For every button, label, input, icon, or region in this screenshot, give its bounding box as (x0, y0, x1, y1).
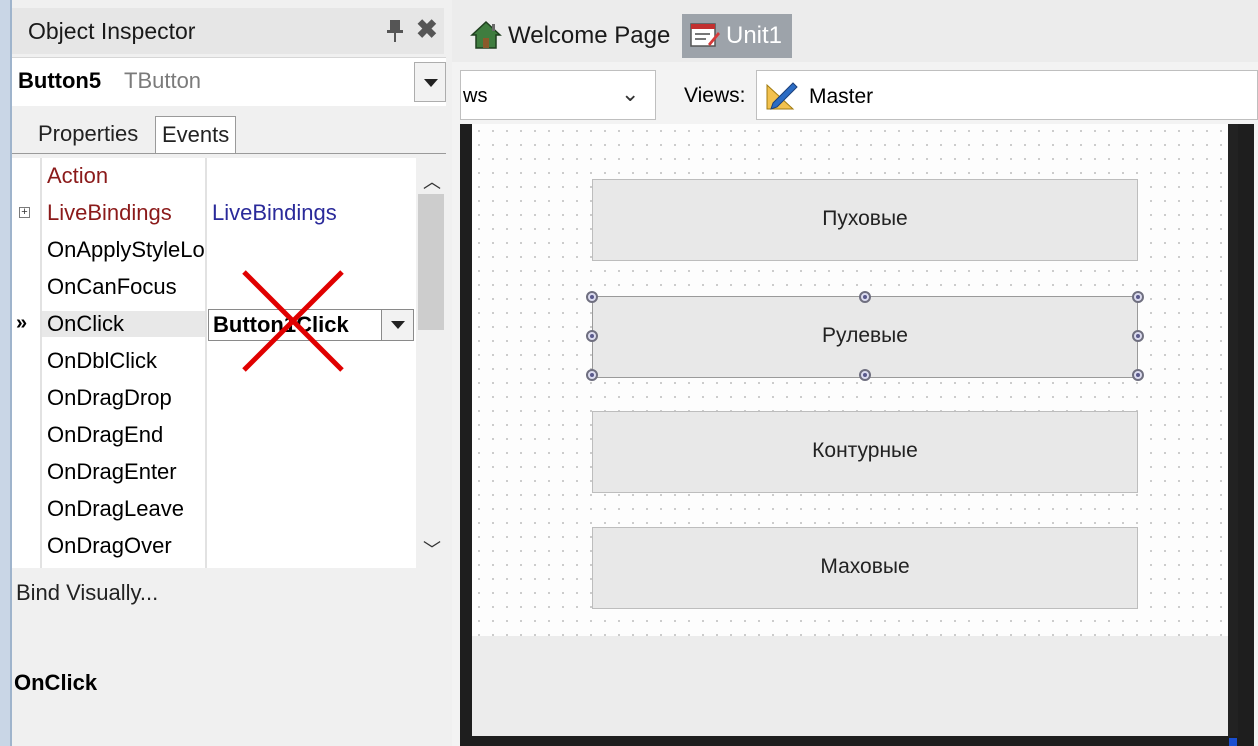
platform-selector[interactable]: ws ⌄ (460, 70, 656, 120)
tab-unit1[interactable]: Unit1 (682, 14, 793, 58)
event-value[interactable]: LiveBindings (212, 200, 337, 226)
panel-edge (0, 0, 10, 746)
button-caption: Контурные (812, 439, 918, 462)
object-inspector-titlebar: Object Inspector ✖ (12, 8, 444, 54)
tab-properties[interactable]: Properties (32, 116, 144, 152)
selected-property-name: OnClick (14, 670, 98, 695)
event-name: OnDblClick (47, 348, 158, 373)
form-button-puhovye[interactable]: Пуховые (592, 179, 1138, 261)
close-icon[interactable]: ✖ (416, 14, 438, 45)
tab-label: Welcome Page (508, 22, 671, 49)
component-dropdown-button[interactable] (414, 62, 446, 102)
red-cross-mark-icon (242, 270, 344, 372)
view-toolbar: ws ⌄ Views: Master (460, 68, 1258, 124)
event-name: OnDragEnd (47, 422, 164, 447)
event-name: OnClick (42, 311, 205, 337)
grid-scrollbar[interactable]: ︿ ﹀ (416, 158, 446, 568)
grid-row-oncanfocus[interactable]: OnCanFocus (12, 269, 416, 306)
selection-handle[interactable] (586, 291, 598, 303)
button-caption: Маховые (820, 555, 910, 578)
grid-row-ondragleave[interactable]: OnDragLeave (12, 491, 416, 528)
views-selector[interactable]: Master (756, 70, 1258, 120)
bind-visually-link[interactable]: Bind Visually... (16, 580, 158, 606)
panel-title: Object Inspector (28, 18, 196, 44)
component-selector[interactable]: Button5 TButton (12, 57, 446, 106)
tab-divider (12, 153, 446, 154)
event-name: OnCanFocus (47, 274, 177, 299)
event-name: OnDragLeave (47, 496, 184, 521)
event-name: OnDragDrop (47, 385, 172, 410)
event-name: OnDragOver (47, 533, 172, 558)
tab-events[interactable]: Events (155, 116, 237, 153)
tab-welcome-page[interactable]: Welcome Page (470, 14, 670, 58)
selection-handle[interactable] (1132, 291, 1144, 303)
event-name: LiveBindings (47, 200, 172, 225)
component-name: Button5 (18, 68, 102, 93)
current-row-indicator-icon: » (16, 312, 28, 334)
chevron-down-icon[interactable]: ⌄ (621, 81, 639, 107)
selection-handle[interactable] (1132, 330, 1144, 342)
button-caption: Пуховые (822, 207, 908, 230)
inspector-tabs: Properties Events (12, 108, 446, 154)
selection-handle[interactable] (1132, 369, 1144, 381)
views-label: Views: (684, 84, 746, 107)
grid-row-action[interactable]: Action (12, 158, 416, 195)
form-right-border (1228, 124, 1238, 736)
button-caption: Рулевые (822, 324, 908, 347)
pin-icon[interactable] (384, 18, 406, 44)
expand-plus-icon[interactable]: + (19, 207, 30, 218)
events-grid: Action + LiveBindings LiveBindings OnApp… (12, 158, 416, 568)
home-icon (470, 20, 502, 49)
form-bottom-area (472, 636, 1228, 736)
handler-dropdown-button[interactable] (381, 310, 413, 340)
grid-row-livebindings[interactable]: + LiveBindings LiveBindings (12, 195, 416, 232)
grid-row-ondragenter[interactable]: OnDragEnter (12, 454, 416, 491)
selection-handle[interactable] (586, 330, 598, 342)
form-designer: Welcome Page Unit1 ws ⌄ Views: Master Пу… (452, 0, 1258, 746)
chevron-down-icon (424, 79, 438, 87)
selection-handle[interactable] (586, 369, 598, 381)
selection-handle[interactable] (859, 369, 871, 381)
selection-handle[interactable] (859, 291, 871, 303)
views-value: Master (809, 85, 874, 108)
object-inspector-panel: Object Inspector ✖ Button5 TButton Prope… (0, 0, 452, 746)
tab-label: Unit1 (726, 22, 783, 49)
form-button-konturnye[interactable]: Контурные (592, 411, 1138, 493)
chevron-down-icon (391, 321, 405, 329)
grid-row-ondblclick[interactable]: OnDblClick (12, 343, 416, 380)
event-name: OnApplyStyleLookup (47, 237, 205, 262)
grid-row-onapplystylelookup[interactable]: OnApplyStyleLookup (12, 232, 416, 269)
event-name: Action (47, 163, 109, 188)
grid-row-ondragdrop[interactable]: OnDragDrop (12, 380, 416, 417)
grid-row-ondragover[interactable]: OnDragOver (12, 528, 416, 565)
platform-value: ws (463, 85, 488, 107)
form-unit-icon (690, 22, 720, 47)
form-button-rulevye[interactable]: Рулевые (592, 296, 1138, 378)
scrollbar-thumb[interactable] (418, 194, 444, 330)
form-button-mahovye[interactable]: Маховые (592, 527, 1138, 609)
resize-handle[interactable] (1229, 738, 1237, 746)
component-type: TButton (124, 68, 202, 93)
editor-tabs: Welcome Page Unit1 (452, 0, 1258, 62)
chevron-down-icon[interactable]: ﹀ (423, 536, 441, 562)
event-name: OnDragEnter (47, 459, 177, 484)
chevron-up-icon[interactable]: ︿ (423, 168, 441, 194)
grid-row-ondragend[interactable]: OnDragEnd (12, 417, 416, 454)
pencil-ruler-icon (766, 82, 798, 110)
